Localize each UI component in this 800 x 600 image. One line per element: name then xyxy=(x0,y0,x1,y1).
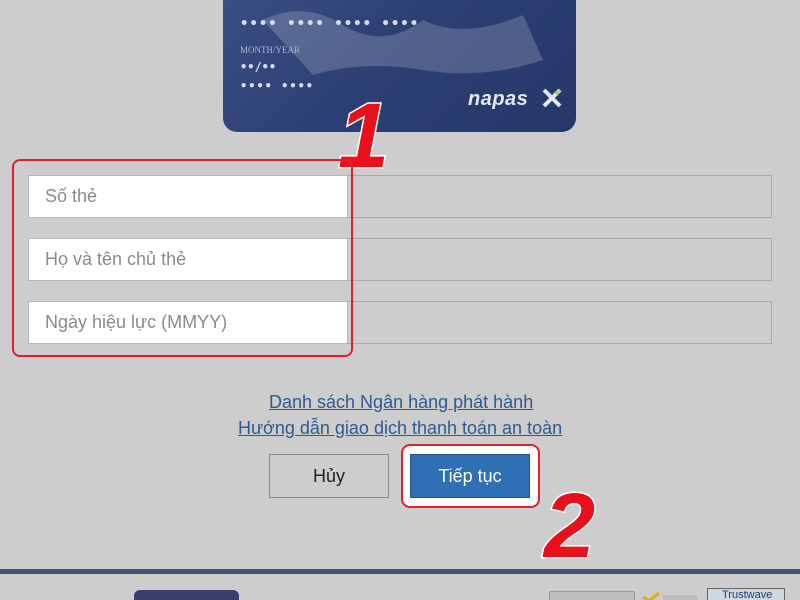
napas-logo: napas xyxy=(468,88,529,110)
payment-page: •••• •••• •••• •••• MONTH/YEAR ••/•• •••… xyxy=(0,0,800,600)
trustwave-badge: Trustwave xyxy=(707,588,785,600)
card-expiry-label: MONTH/YEAR xyxy=(240,45,300,55)
security-badge xyxy=(549,591,635,600)
step-2-marker: 2 xyxy=(542,474,596,579)
safe-payment-guide-link[interactable]: Hướng dẫn giao dịch thanh toán an toàn xyxy=(238,418,562,439)
card-number-mask: •••• •••• •••• •••• xyxy=(240,16,420,32)
continue-button[interactable]: Tiếp tục xyxy=(410,454,530,498)
fields-highlight-box xyxy=(12,159,353,357)
card-secondary-mask: •••• •••• xyxy=(240,79,315,93)
card-expiry-mask: ••/•• xyxy=(240,60,277,74)
card-preview: •••• •••• •••• •••• MONTH/YEAR ••/•• •••… xyxy=(223,0,576,132)
verified-check-icon xyxy=(642,592,697,600)
issuing-banks-link[interactable]: Danh sách Ngân hàng phát hành xyxy=(269,392,533,413)
cancel-button[interactable]: Hủy xyxy=(269,454,389,498)
napas-x-icon xyxy=(542,88,562,108)
napas-footer-logo xyxy=(134,590,239,600)
